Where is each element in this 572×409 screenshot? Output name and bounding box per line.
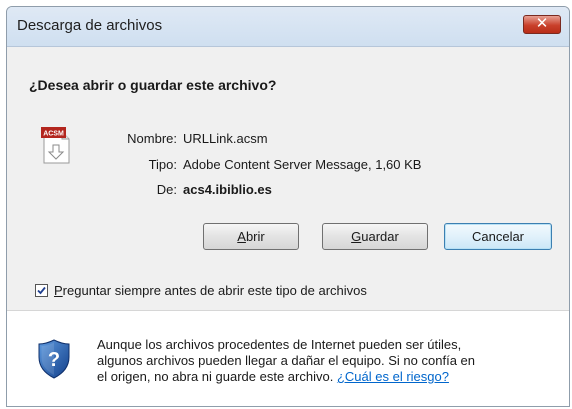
warning-line-3: el origen, no abra ni guarde este archiv… xyxy=(97,369,557,385)
always-ask-label: Preguntar siempre antes de abrir este ti… xyxy=(54,283,367,298)
close-button[interactable]: ✕ xyxy=(523,15,561,34)
file-source-value: acs4.ibiblio.es xyxy=(183,182,272,197)
file-download-dialog: Descarga de archivos ✕ ¿Desea abrir o gu… xyxy=(6,6,570,407)
shield-question-icon: ? xyxy=(38,339,70,379)
save-button[interactable]: Guardar xyxy=(322,223,428,250)
dialog-body: ¿Desea abrir o guardar este archivo? ACS… xyxy=(7,47,569,311)
svg-text:?: ? xyxy=(48,349,60,371)
security-warning-area: ? Aunque los archivos procedentes de Int… xyxy=(7,311,569,406)
security-warning-text: Aunque los archivos procedentes de Inter… xyxy=(97,337,557,385)
open-button-accel: A xyxy=(237,229,246,244)
file-name-value: URLLink.acsm xyxy=(183,131,268,146)
cancel-button[interactable]: Cancelar xyxy=(444,223,552,250)
file-name-value-row: URLLink.acsm xyxy=(7,131,569,147)
file-type-value: Adobe Content Server Message, 1,60 KB xyxy=(183,157,422,172)
cancel-button-label: Cancelar xyxy=(471,229,525,244)
always-ask-text: reguntar siempre antes de abrir este tip… xyxy=(62,283,367,298)
window-title: Descarga de archivos xyxy=(17,17,163,34)
always-ask-checkbox[interactable] xyxy=(35,284,48,297)
warning-line-3-text: el origen, no abra ni guarde este archiv… xyxy=(97,369,334,384)
warning-line-1: Aunque los archivos procedentes de Inter… xyxy=(97,337,462,352)
close-icon: ✕ xyxy=(535,15,549,32)
save-button-label: uardar xyxy=(361,229,399,244)
dialog-question: ¿Desea abrir o guardar este archivo? xyxy=(29,77,277,93)
title-bar[interactable]: Descarga de archivos ✕ xyxy=(7,7,569,47)
warning-line-2: algunos archivos pueden llegar a dañar e… xyxy=(97,353,475,368)
file-source-value-row: acs4.ibiblio.es xyxy=(7,182,569,198)
file-type-value-row: Adobe Content Server Message, 1,60 KB xyxy=(7,157,569,173)
save-button-accel: G xyxy=(351,229,362,244)
always-ask-accel: P xyxy=(54,283,63,298)
risk-info-link[interactable]: ¿Cuál es el riesgo? xyxy=(337,369,449,384)
checkmark-icon xyxy=(37,286,46,295)
open-button[interactable]: Abrir xyxy=(203,223,299,250)
open-button-label: brir xyxy=(245,229,265,244)
